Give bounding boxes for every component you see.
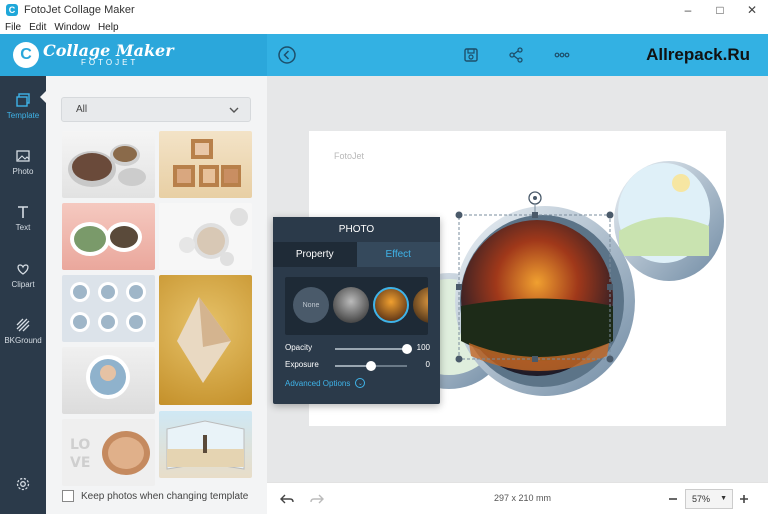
redo-icon[interactable]	[307, 489, 327, 509]
logo-title: Collage Maker	[43, 41, 174, 60]
advanced-options-link[interactable]: Advanced Options ⌄	[285, 378, 366, 388]
app-icon: C	[6, 4, 18, 16]
zoom-select[interactable]: 57% ▼	[685, 489, 733, 509]
opacity-slider[interactable]: Opacity 100	[285, 342, 430, 356]
filter-option[interactable]	[333, 287, 369, 323]
exposure-slider[interactable]: Exposure 0	[285, 359, 430, 373]
sidebar-item-text[interactable]: Text	[0, 194, 46, 242]
caret-down-icon: ▼	[720, 495, 727, 502]
gear-icon	[15, 476, 31, 492]
menu-help[interactable]: Help	[98, 22, 119, 33]
sidebar: Template Photo Text Clipart BKGround	[0, 76, 46, 514]
filter-none[interactable]: None	[293, 287, 329, 323]
sidebar-item-label: Text	[15, 223, 31, 232]
logo: C Collage Maker FOTOJET	[0, 34, 267, 76]
filter-list: None	[285, 277, 428, 335]
template-thumbnail[interactable]	[159, 411, 252, 478]
heart-icon	[15, 261, 31, 277]
logo-subtitle: FOTOJET	[81, 58, 139, 67]
opacity-value: 100	[416, 343, 430, 352]
opacity-label: Opacity	[285, 343, 313, 352]
exposure-value: 0	[425, 360, 430, 369]
svg-text:LO: LO	[70, 437, 90, 453]
opacity-fill	[335, 348, 407, 350]
keep-photos-checkbox[interactable]	[62, 490, 74, 502]
filter-none-label: None	[302, 301, 320, 309]
window-title: FotoJet Collage Maker	[24, 4, 135, 16]
template-thumbnail[interactable]: LO VE	[62, 419, 155, 486]
template-icon	[15, 92, 31, 108]
template-panel: All LO VE Keep photos when changing templ…	[40, 76, 267, 514]
menu-edit[interactable]: Edit	[29, 22, 46, 33]
maximize-button[interactable]: □	[704, 0, 736, 20]
background-icon	[15, 317, 31, 333]
back-icon[interactable]	[277, 45, 297, 65]
app-header: C Collage Maker FOTOJET Allrepack.Ru	[0, 34, 768, 76]
chevron-down-icon	[228, 104, 240, 119]
category-value: All	[76, 104, 88, 115]
template-thumbnail[interactable]	[159, 131, 252, 198]
text-icon	[15, 204, 31, 220]
sidebar-item-bkground[interactable]: BKGround	[0, 307, 46, 355]
close-button[interactable]: ✕	[736, 0, 768, 20]
more-icon[interactable]	[552, 45, 572, 65]
zoom-out-icon[interactable]	[663, 489, 683, 509]
template-thumbnail[interactable]	[62, 275, 155, 342]
template-thumbnail[interactable]	[62, 131, 155, 198]
photo-settings-popup: PHOTO Property Effect None Opacity 100 E…	[273, 217, 440, 404]
template-thumbnail[interactable]	[62, 203, 155, 270]
popup-title: PHOTO	[273, 217, 440, 242]
sidebar-item-label: Photo	[12, 167, 34, 176]
save-icon[interactable]	[461, 45, 481, 65]
opacity-knob[interactable]	[402, 344, 412, 354]
active-indicator	[40, 90, 47, 104]
advanced-options-label: Advanced Options	[285, 378, 351, 388]
chevron-down-icon: ⌄	[355, 378, 366, 388]
filter-option-selected[interactable]	[373, 287, 409, 323]
sidebar-item-photo[interactable]: Photo	[0, 138, 46, 186]
sidebar-item-label: Clipart	[11, 280, 35, 289]
filter-option[interactable]	[413, 287, 428, 323]
exposure-label: Exposure	[285, 360, 319, 369]
settings-button[interactable]	[0, 461, 46, 509]
sidebar-item-clipart[interactable]: Clipart	[0, 251, 46, 299]
tab-effect[interactable]: Effect	[356, 242, 440, 267]
menu-window[interactable]: Window	[54, 22, 90, 33]
template-thumbnail[interactable]	[62, 347, 155, 414]
undo-icon[interactable]	[277, 489, 297, 509]
share-icon[interactable]	[506, 45, 526, 65]
sidebar-item-label: Template	[6, 111, 40, 120]
page-dimensions: 297 x 210 mm	[494, 493, 552, 503]
title-bar: C FotoJet Collage Maker – □ ✕	[0, 0, 768, 20]
menu-bar: File Edit Window Help	[0, 20, 768, 34]
toolbar: Allrepack.Ru	[267, 34, 768, 76]
sidebar-item-label: BKGround	[4, 336, 42, 345]
photo-icon	[15, 148, 31, 164]
logo-icon: C	[13, 42, 39, 68]
menu-file[interactable]: File	[5, 22, 21, 33]
template-thumbnail[interactable]	[159, 203, 252, 270]
category-select[interactable]: All	[61, 97, 251, 122]
tab-property[interactable]: Property	[273, 242, 357, 267]
svg-text:VE: VE	[70, 455, 90, 471]
bottom-bar: 297 x 210 mm 57% ▼	[267, 482, 768, 514]
watermark-text: Allrepack.Ru	[646, 45, 750, 64]
exposure-knob[interactable]	[366, 361, 376, 371]
zoom-value: 57%	[692, 494, 711, 504]
keep-photos-option[interactable]: Keep photos when changing template	[62, 490, 248, 502]
zoom-in-icon[interactable]	[734, 489, 754, 509]
minimize-button[interactable]: –	[672, 0, 704, 20]
template-thumbnail[interactable]	[159, 275, 252, 405]
keep-photos-label: Keep photos when changing template	[81, 490, 249, 502]
